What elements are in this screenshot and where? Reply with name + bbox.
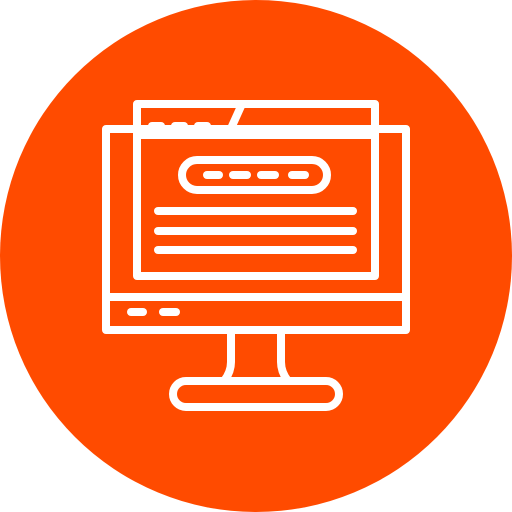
icon-svg <box>0 0 512 512</box>
computer-browser-icon <box>0 0 512 512</box>
background-circle <box>0 0 512 512</box>
